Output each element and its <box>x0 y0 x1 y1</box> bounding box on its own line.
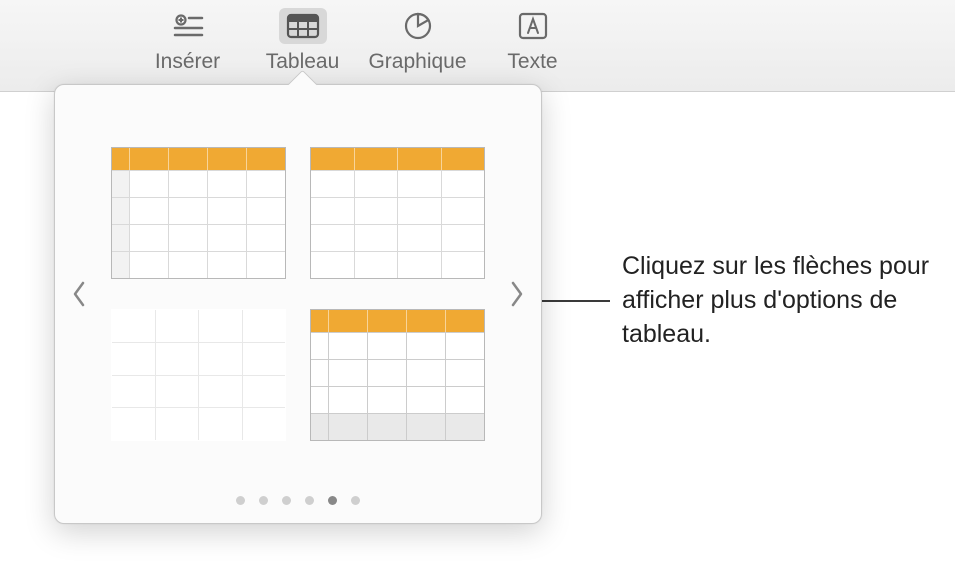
pager-dot-0[interactable] <box>236 496 245 505</box>
popover-body <box>55 85 541 523</box>
toolbar-chart[interactable]: Graphique <box>360 8 475 74</box>
next-arrow[interactable] <box>493 115 541 473</box>
table-preview <box>310 147 485 279</box>
table-style-option-4[interactable] <box>310 309 485 441</box>
callout-text: Cliquez sur les flèches pour afficher pl… <box>622 250 932 351</box>
table-styles-popover <box>54 84 542 524</box>
chart-icon <box>394 8 442 44</box>
table-preview <box>310 309 485 441</box>
toolbar-label: Graphique <box>368 50 466 74</box>
toolbar-label: Texte <box>507 50 557 74</box>
toolbar: Insérer Tableau Graphique <box>0 0 955 92</box>
table-preview <box>111 147 286 279</box>
chevron-left-icon <box>71 280 87 308</box>
pagination-dots <box>55 496 541 505</box>
toolbar-insert[interactable]: Insérer <box>130 8 245 74</box>
table-preview <box>111 309 286 441</box>
insert-icon <box>164 8 212 44</box>
toolbar-text[interactable]: Texte <box>475 8 590 74</box>
prev-arrow[interactable] <box>55 115 103 473</box>
table-icon <box>279 8 327 44</box>
table-style-option-2[interactable] <box>310 147 485 279</box>
text-icon <box>509 8 557 44</box>
table-styles-grid <box>103 139 493 449</box>
pager-dot-1[interactable] <box>259 496 268 505</box>
pager-dot-2[interactable] <box>282 496 291 505</box>
pager-dot-4[interactable] <box>328 496 337 505</box>
toolbar-table[interactable]: Tableau <box>245 8 360 74</box>
help-callout: Cliquez sur les flèches pour afficher pl… <box>525 250 932 351</box>
toolbar-label: Insérer <box>155 50 220 74</box>
table-style-option-1[interactable] <box>111 147 286 279</box>
pager-dot-5[interactable] <box>351 496 360 505</box>
table-style-option-3[interactable] <box>111 309 286 441</box>
pager-dot-3[interactable] <box>305 496 314 505</box>
chevron-right-icon <box>509 280 525 308</box>
